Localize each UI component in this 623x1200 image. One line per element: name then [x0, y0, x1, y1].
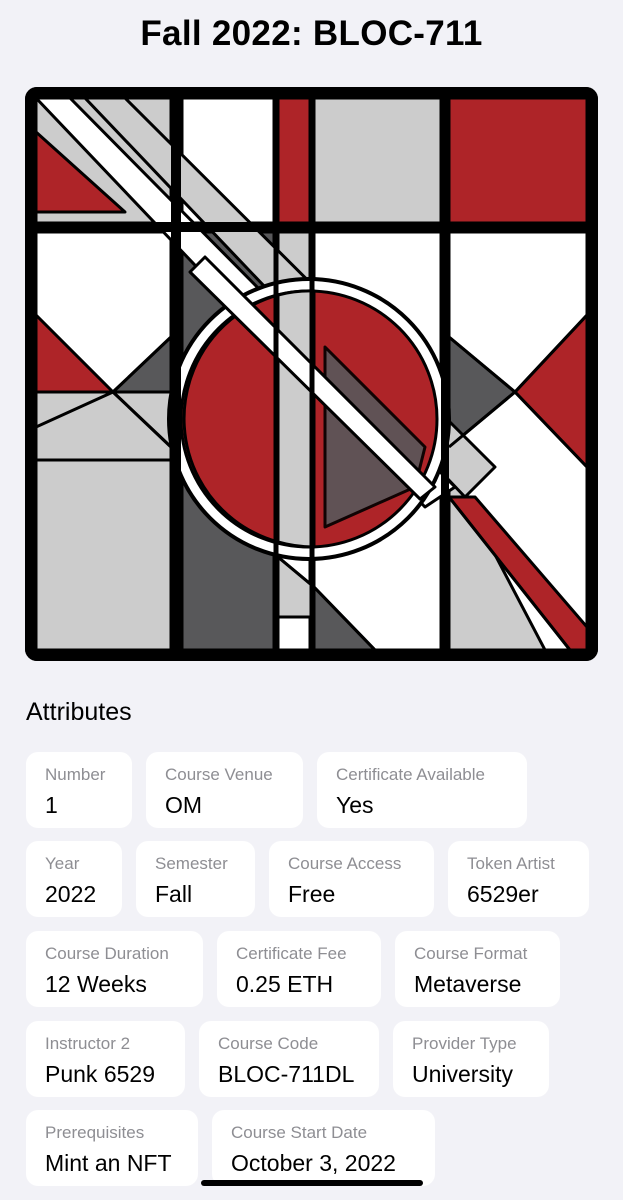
attribute-card-provider-type: Provider Type University	[393, 1021, 549, 1097]
attribute-card-year: Year 2022	[26, 841, 122, 917]
attribute-value: Fall	[155, 881, 193, 907]
attribute-value: Punk 6529	[45, 1061, 155, 1087]
attribute-value: Free	[288, 881, 336, 907]
attribute-label: Certificate Fee	[236, 944, 347, 963]
attribute-label: Token Artist	[467, 854, 555, 873]
attribute-card-number: Number 1	[26, 752, 132, 828]
attribute-card-certificate-available: Certificate Available Yes	[317, 752, 527, 828]
home-indicator[interactable]	[201, 1180, 423, 1186]
attribute-value: BLOC-711DL	[218, 1061, 355, 1087]
attribute-label: Prerequisites	[45, 1123, 145, 1142]
attribute-label: Course Format	[414, 944, 528, 963]
attribute-label: Course Start Date	[231, 1123, 368, 1142]
attribute-card-course-start-date: Course Start Date October 3, 2022	[212, 1110, 435, 1186]
attribute-card-course-access: Course Access Free	[269, 841, 434, 917]
attribute-value: October 3, 2022	[231, 1150, 396, 1176]
attribute-value: 12 Weeks	[45, 971, 147, 997]
attribute-label: Provider Type	[412, 1034, 517, 1053]
attribute-value: 1	[45, 792, 58, 818]
attribute-label: Course Code	[218, 1034, 319, 1053]
attribute-value: Mint an NFT	[45, 1150, 172, 1176]
nft-artwork-image[interactable]	[25, 87, 598, 661]
attribute-card-prerequisites: Prerequisites Mint an NFT	[26, 1110, 198, 1186]
attribute-label: Semester	[155, 854, 228, 873]
attribute-value: 0.25 ETH	[236, 971, 334, 997]
attribute-label: Course Access	[288, 854, 402, 873]
abstract-geometric-artwork-icon	[25, 87, 598, 661]
attribute-card-course-duration: Course Duration 12 Weeks	[26, 931, 203, 1007]
attribute-card-course-code: Course Code BLOC-711DL	[199, 1021, 379, 1097]
attributes-heading: Attributes	[26, 698, 132, 726]
attribute-card-course-format: Course Format Metaverse	[395, 931, 560, 1007]
attribute-card-instructor-2: Instructor 2 Punk 6529	[26, 1021, 185, 1097]
attribute-label: Instructor 2	[45, 1034, 131, 1053]
attribute-label: Number	[45, 765, 106, 784]
attribute-value: 6529er	[467, 881, 539, 907]
attribute-value: Yes	[336, 792, 374, 818]
attribute-label: Year	[45, 854, 80, 873]
attribute-card-certificate-fee: Certificate Fee 0.25 ETH	[217, 931, 381, 1007]
attribute-card-course-venue: Course Venue OM	[146, 752, 303, 828]
attribute-card-token-artist: Token Artist 6529er	[448, 841, 589, 917]
attribute-label: Course Duration	[45, 944, 169, 963]
attribute-value: Metaverse	[414, 971, 522, 997]
attribute-value: OM	[165, 792, 203, 818]
attribute-label: Course Venue	[165, 765, 273, 784]
page-title: Fall 2022: BLOC-711	[140, 14, 483, 53]
attribute-value: University	[412, 1061, 513, 1087]
attribute-card-semester: Semester Fall	[136, 841, 255, 917]
attribute-value: 2022	[45, 881, 97, 907]
attribute-label: Certificate Available	[336, 765, 485, 784]
